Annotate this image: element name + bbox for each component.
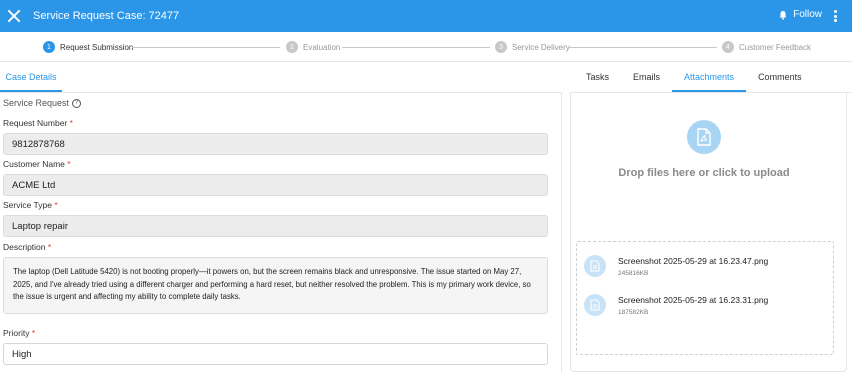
help-icon[interactable]: ? <box>72 98 82 108</box>
list-item[interactable]: Screenshot 2025-05-29 at 16.23.47.png 24… <box>584 255 768 277</box>
list-item[interactable]: Screenshot 2025-05-29 at 16.23.31.png 18… <box>584 294 768 316</box>
step-label: Customer Feedback <box>739 42 812 52</box>
required-marker: * <box>69 118 73 128</box>
file-name: Screenshot 2025-05-29 at 16.23.47.png <box>618 255 769 266</box>
top-bar: Service Request Case: 72477 Follow <box>0 0 852 32</box>
file-size: 245816KB <box>618 269 649 277</box>
required-marker: * <box>54 200 58 210</box>
step-number: 4 <box>722 41 734 53</box>
label-text: Service Type <box>3 200 52 210</box>
step-number: 1 <box>43 41 55 53</box>
step-connector <box>342 47 490 48</box>
service-type-label: Service Type * <box>3 200 58 210</box>
drop-zone-text[interactable]: Drop files here or click to upload <box>572 167 836 179</box>
follow-label: Follow <box>793 9 822 20</box>
request-number-field: 9812878768 <box>3 133 548 155</box>
step-service-delivery[interactable]: 3 Service Delivery <box>495 41 570 53</box>
tab-attachments[interactable]: Attachments <box>672 68 747 92</box>
request-number-label: Request Number * <box>3 118 73 128</box>
label-text: Description <box>3 242 46 252</box>
priority-label: Priority * <box>3 328 35 338</box>
step-number: 2 <box>286 41 298 53</box>
description-field[interactable]: The laptop (Dell Latitude 5420) is not b… <box>3 257 548 314</box>
close-icon[interactable] <box>7 9 21 23</box>
page-title: Service Request Case: 72477 <box>33 10 180 22</box>
more-menu-icon[interactable] <box>834 10 838 22</box>
label-text: Request Number <box>3 118 68 128</box>
step-number: 3 <box>495 41 507 53</box>
file-size: 187582KB <box>618 308 649 316</box>
required-marker: * <box>31 328 36 338</box>
description-label: Description * <box>3 242 51 252</box>
tab-tasks[interactable]: Tasks <box>571 68 621 92</box>
right-tabs: Tasks Emails Attachments Comments <box>571 68 814 92</box>
upload-file-icon[interactable] <box>687 120 721 154</box>
process-stepper: 1 Request Submission 2 Evaluation 3 Serv… <box>0 32 852 62</box>
step-request-submission[interactable]: 1 Request Submission <box>43 41 133 53</box>
tab-emails[interactable]: Emails <box>621 68 672 92</box>
divider <box>0 92 562 93</box>
divider <box>561 92 562 372</box>
label-text: Priority <box>3 328 30 338</box>
required-marker: * <box>67 159 71 169</box>
step-connector <box>132 47 280 48</box>
follow-button[interactable]: Follow <box>778 9 822 20</box>
tab-case-details[interactable]: Case Details <box>0 68 62 92</box>
section-title-label: Service Request <box>3 98 70 108</box>
priority-field[interactable]: High <box>3 343 548 365</box>
required-marker: * <box>47 242 52 252</box>
step-evaluation[interactable]: 2 Evaluation <box>286 41 340 53</box>
file-name: Screenshot 2025-05-29 at 16.23.31.png <box>618 294 769 305</box>
bell-icon <box>779 10 787 20</box>
pdf-file-icon <box>697 128 711 146</box>
section-title: Service Request ? <box>3 98 82 108</box>
step-connector <box>569 47 717 48</box>
image-file-icon <box>584 294 606 316</box>
customer-name-field: ACME Ltd <box>3 174 548 196</box>
step-label: Request Submission <box>60 42 134 52</box>
customer-name-label: Customer Name * <box>3 159 71 169</box>
step-label: Evaluation <box>303 42 341 52</box>
step-label: Service Delivery <box>512 42 570 52</box>
label-text: Customer Name <box>3 159 65 169</box>
image-file-icon <box>584 255 606 277</box>
service-type-field: Laptop repair <box>3 215 548 237</box>
step-customer-feedback[interactable]: 4 Customer Feedback <box>722 41 811 53</box>
tab-comments[interactable]: Comments <box>746 68 814 92</box>
